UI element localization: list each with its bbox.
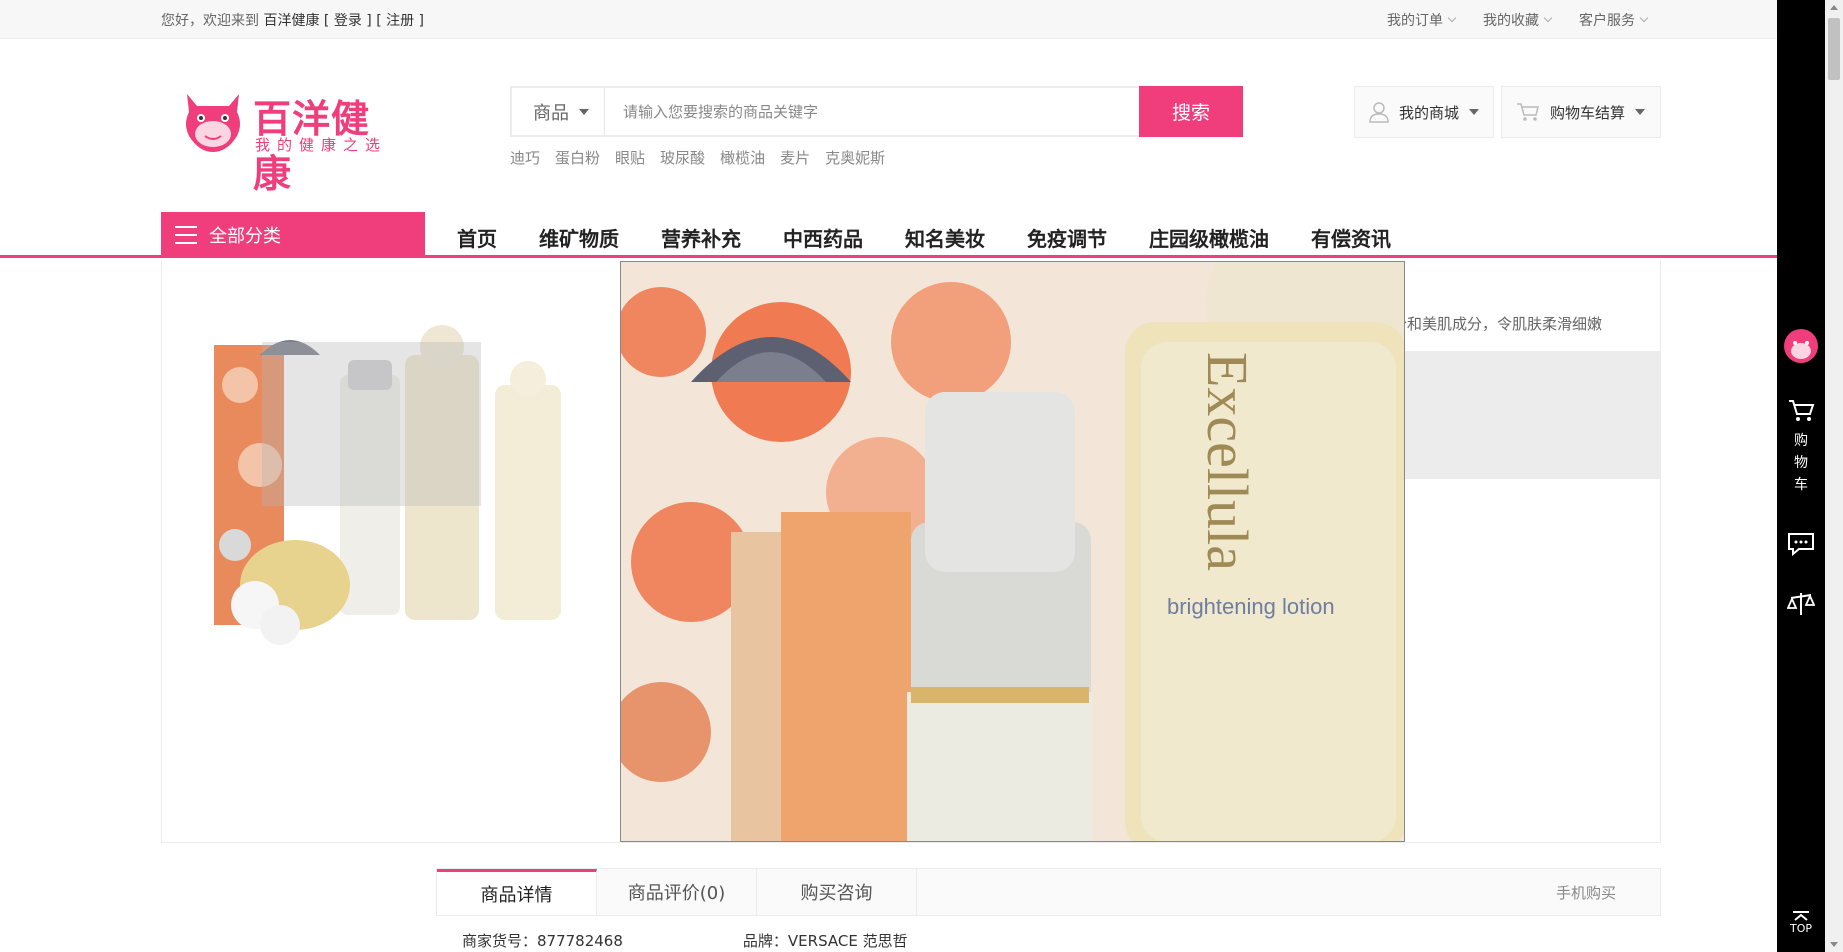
alpaca-avatar-icon <box>1784 329 1818 363</box>
greeting: 您好，欢迎来到 <box>161 13 259 29</box>
scroll-up-icon[interactable] <box>1830 5 1838 10</box>
hot-keyword[interactable]: 克奥妮斯 <box>825 147 885 168</box>
sidebar-cart-label: 物 <box>1794 455 1808 471</box>
back-to-top-button[interactable]: TOP <box>1777 910 1825 935</box>
login-link[interactable]: [ 登录 ] <box>324 13 372 29</box>
my-orders-label: 我的订单 <box>1387 13 1443 29</box>
price-panel <box>1392 351 1660 479</box>
mobile-buy-link[interactable]: 手机购买 <box>1556 869 1660 915</box>
scroll-down-icon[interactable] <box>1830 942 1838 947</box>
right-toolbar: 购 物 车 TOP <box>1777 0 1825 952</box>
welcome-text: 您好，欢迎来到 百洋健康 [ 登录 ] [ 注册 ] <box>161 10 424 30</box>
my-mall-button[interactable]: 我的商城 <box>1354 86 1494 138</box>
top-bar: 您好，欢迎来到 百洋健康 [ 登录 ] [ 注册 ] 我的订单 我的收藏 客户服… <box>0 0 1777 39</box>
sidebar-compare[interactable] <box>1777 590 1825 618</box>
scrollbar-thumb[interactable] <box>1828 18 1840 80</box>
register-link[interactable]: [ 注册 ] <box>376 13 424 29</box>
my-orders-link[interactable]: 我的订单 <box>1387 10 1457 30</box>
search-bar: 商品 搜索 <box>510 86 1243 137</box>
zoom-preview: Excellula brightening lotion <box>620 261 1405 842</box>
product-specs: 商家货号：877782468 品牌：VERSACE 范思哲 <box>462 930 908 951</box>
search-button[interactable]: 搜索 <box>1139 86 1243 137</box>
nav-item-immunity[interactable]: 免疫调节 <box>1025 223 1109 252</box>
zoomed-product-image <box>621 262 1404 841</box>
sidebar-cart[interactable]: 购 物 车 <box>1777 398 1825 494</box>
top-label: TOP <box>1789 922 1812 935</box>
caret-down-icon <box>579 108 589 115</box>
site-logo[interactable]: 百洋健康 我的健康之选 <box>177 84 407 196</box>
sidebar-avatar[interactable] <box>1777 328 1825 364</box>
logo-slogan: 我的健康之选 <box>255 136 388 154</box>
nav-item-beauty[interactable]: 知名美妆 <box>903 223 987 252</box>
chat-icon <box>1788 533 1814 556</box>
detail-tabs: 商品详情 商品评价(0) 购买咨询 手机购买 <box>436 868 1661 916</box>
cart-icon <box>1517 103 1539 121</box>
search-input[interactable] <box>605 88 1139 135</box>
brand-text: 品牌：VERSACE 范思哲 <box>742 932 908 950</box>
menu-icon <box>175 226 197 244</box>
caret-down-icon <box>1635 109 1646 115</box>
nav-item-minerals[interactable]: 维矿物质 <box>537 223 621 252</box>
hot-keyword[interactable]: 橄榄油 <box>720 147 765 168</box>
cart-icon <box>1789 400 1815 421</box>
chevron-down-icon <box>1543 13 1553 23</box>
nav-item-news[interactable]: 有偿资讯 <box>1309 223 1393 252</box>
chevron-down-icon <box>1447 13 1457 23</box>
alpaca-logo-icon <box>186 94 240 152</box>
my-favorites-link[interactable]: 我的收藏 <box>1483 10 1553 30</box>
nav-item-medicine[interactable]: 中西药品 <box>781 223 865 252</box>
nav-item-olive-oil[interactable]: 庄园级橄榄油 <box>1147 223 1271 252</box>
nav-item-home[interactable]: 首页 <box>455 223 499 252</box>
my-mall-label: 我的商城 <box>1399 103 1460 122</box>
zoom-lens[interactable] <box>262 342 481 506</box>
cart-label: 购物车结算 <box>1550 103 1626 122</box>
top-links: 我的订单 我的收藏 客户服务 <box>1387 10 1649 30</box>
hot-keyword[interactable]: 蛋白粉 <box>555 147 600 168</box>
bottle-product-text: brightening lotion <box>1167 594 1335 619</box>
all-categories-label: 全部分类 <box>209 226 281 247</box>
hot-keywords: 迪巧 蛋白粉 眼贴 玻尿酸 橄榄油 麦片 克奥妮斯 <box>510 147 885 168</box>
customer-service-link[interactable]: 客户服务 <box>1579 10 1649 30</box>
tab-reviews[interactable]: 商品评价(0) <box>597 869 757 915</box>
search-category-select[interactable]: 商品 <box>512 88 605 135</box>
chevron-down-icon <box>1639 13 1649 23</box>
hot-keyword[interactable]: 玻尿酸 <box>660 147 705 168</box>
search-category-label: 商品 <box>533 102 569 124</box>
sku-text: 商家货号：877782468 <box>462 932 623 950</box>
customer-service-label: 客户服务 <box>1579 13 1635 29</box>
bottle-brand-text: Excellula <box>1195 352 1260 572</box>
my-favorites-label: 我的收藏 <box>1483 13 1539 29</box>
user-icon <box>1369 102 1389 123</box>
all-categories-button[interactable]: 全部分类 <box>161 212 425 258</box>
sidebar-chat[interactable] <box>1777 532 1825 556</box>
cart-checkout-button[interactable]: 购物车结算 <box>1501 86 1661 138</box>
tab-product-details[interactable]: 商品详情 <box>437 869 597 915</box>
sidebar-cart-label: 购 <box>1794 433 1808 449</box>
main-nav: 全部分类 首页 维矿物质 营养补充 中西药品 知名美妆 免疫调节 庄园级橄榄油 … <box>0 211 1777 258</box>
scale-icon <box>1787 593 1815 615</box>
tab-consult[interactable]: 购买咨询 <box>757 869 917 915</box>
hot-keyword[interactable]: 眼贴 <box>615 147 645 168</box>
nav-item-nutrition[interactable]: 营养补充 <box>659 223 743 252</box>
hot-keyword[interactable]: 麦片 <box>780 147 810 168</box>
product-description: 分和美肌成分，令肌肤柔滑细嫩 <box>1392 315 1603 333</box>
hot-keyword[interactable]: 迪巧 <box>510 147 540 168</box>
page-scrollbar[interactable] <box>1825 0 1843 952</box>
arrow-up-icon <box>1793 911 1809 921</box>
sidebar-cart-label: 车 <box>1794 477 1808 493</box>
nav-items: 首页 维矿物质 营养补充 中西药品 知名美妆 免疫调节 庄园级橄榄油 有偿资讯 <box>455 223 1393 252</box>
site-name: 百洋健康 <box>263 13 320 29</box>
caret-down-icon <box>1469 109 1480 115</box>
